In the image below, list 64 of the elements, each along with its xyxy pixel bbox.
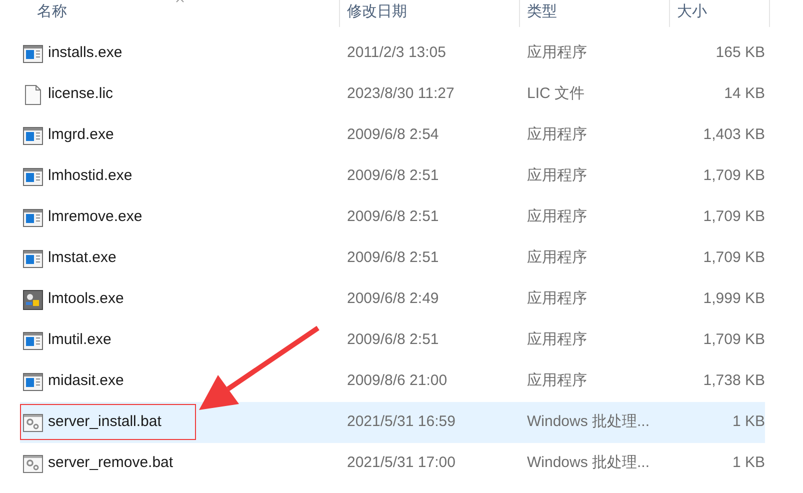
column-header[interactable]: 名称 xyxy=(20,0,340,27)
modified-date: 2009/6/8 2:54 xyxy=(346,125,440,146)
column-label: 大小 xyxy=(677,2,707,22)
file-type: Windows 批处理... xyxy=(526,453,651,474)
file-type: LIC 文件 xyxy=(526,84,586,104)
modified-date: 2011/2/3 13:05 xyxy=(346,43,447,64)
file-size: 165 KB xyxy=(714,43,765,64)
file-size: 1,709 KB xyxy=(702,330,765,350)
modified-date: 2009/6/8 2:51 xyxy=(346,248,440,268)
program-icon xyxy=(23,126,43,144)
program-icon xyxy=(23,372,43,390)
file-name: lmstat.exe xyxy=(48,248,116,268)
document-icon xyxy=(25,84,41,104)
program-icon xyxy=(23,208,43,226)
modified-date: 2009/6/8 2:51 xyxy=(346,330,440,350)
column-label: 类型 xyxy=(527,2,557,22)
gears-icon xyxy=(23,454,43,472)
file-name: lmremove.exe xyxy=(48,207,142,228)
file-size: 1,709 KB xyxy=(702,166,765,186)
program-icon xyxy=(23,250,43,268)
file-name: lmtools.exe xyxy=(48,289,124,310)
file-type: 应用程序 xyxy=(526,207,588,228)
column-header[interactable]: 大小 xyxy=(670,0,770,27)
file-size: 14 KB xyxy=(723,84,765,104)
file-name: midasit.exe xyxy=(48,371,124,392)
file-size: 1,709 KB xyxy=(702,207,765,228)
file-name: lmgrd.exe xyxy=(48,125,114,146)
gears-icon xyxy=(23,414,43,432)
column-header[interactable]: 修改日期 xyxy=(340,0,520,27)
file-type: 应用程序 xyxy=(526,330,588,350)
file-name: license.lic xyxy=(48,84,114,104)
file-name: server_install.bat xyxy=(48,412,162,432)
file-row[interactable]: server_install.bat 2021/5/31 16:59 Windows 批处理... 1 KB xyxy=(20,402,765,443)
file-name: server_remove.bat xyxy=(48,453,174,474)
modified-date: 2021/5/31 17:00 xyxy=(346,453,456,474)
file-size: 1 KB xyxy=(731,412,765,432)
file-size: 1 KB xyxy=(731,453,765,474)
file-type: Windows 批处理... xyxy=(526,412,651,432)
file-size: 1,999 KB xyxy=(702,289,765,310)
column-label: 名称 xyxy=(37,2,67,22)
modified-date: 2009/6/8 2:51 xyxy=(346,166,440,186)
file-type: 应用程序 xyxy=(526,289,588,310)
modified-date: 2009/6/8 2:49 xyxy=(346,289,440,310)
program-icon xyxy=(23,332,43,350)
column-header[interactable]: 类型 xyxy=(520,0,670,27)
file-size: 1,403 KB xyxy=(702,125,765,146)
file-type: 应用程序 xyxy=(526,125,588,146)
file-name: lmhostid.exe xyxy=(48,166,132,186)
tools-icon xyxy=(23,290,43,310)
modified-date: 2009/8/6 21:00 xyxy=(346,371,448,392)
file-type: 应用程序 xyxy=(526,371,588,392)
file-type: 应用程序 xyxy=(526,43,588,64)
file-type: 应用程序 xyxy=(526,166,588,186)
modified-date: 2021/5/31 16:59 xyxy=(346,412,456,432)
file-name: lmutil.exe xyxy=(48,330,112,350)
modified-date: 2009/6/8 2:51 xyxy=(346,207,440,228)
file-size: 1,709 KB xyxy=(702,248,765,268)
modified-date: 2023/8/30 11:27 xyxy=(346,84,456,104)
file-size: 1,738 KB xyxy=(702,371,765,392)
program-icon xyxy=(23,44,43,62)
column-label: 修改日期 xyxy=(347,2,407,22)
file-type: 应用程序 xyxy=(526,248,588,268)
program-icon xyxy=(23,168,43,186)
file-name: installs.exe xyxy=(48,43,122,64)
